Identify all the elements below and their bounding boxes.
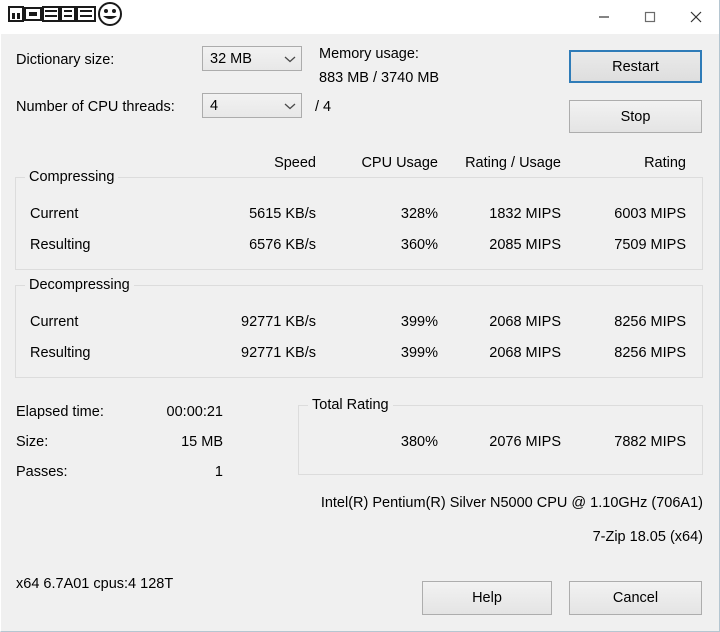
compressing-current-cpu-usage: 328% — [400, 206, 438, 222]
memory-usage-label: Memory usage: — [319, 46, 419, 62]
cpu-threads-select[interactable]: 4 — [202, 93, 302, 118]
cpu-threads-value: 4 — [210, 97, 219, 114]
elapsed-time-label: Elapsed time: — [16, 404, 104, 420]
passes-label: Passes: — [16, 464, 68, 480]
size-value: 15 MB — [181, 434, 223, 450]
cpu-name-label: Intel(R) Pentium(R) Silver N5000 CPU @ 1… — [320, 495, 703, 511]
status-text: x64 6.7A01 cpus:4 128T — [16, 576, 174, 592]
compressing-resulting-rating-usage: 2085 MIPS — [489, 237, 561, 253]
compressing-resulting-rating: 7509 MIPS — [614, 237, 686, 253]
elapsed-time-value: 00:00:21 — [166, 404, 223, 420]
benchmark-window: Dictionary size: 32 MB Memory usage: 883… — [0, 0, 720, 632]
dictionary-size-label: Dictionary size: — [16, 52, 115, 68]
chevron-down-icon — [279, 55, 301, 63]
memory-usage-value: 883 MB / 3740 MB — [319, 70, 440, 86]
restart-button[interactable]: Restart — [569, 50, 702, 83]
title-bar — [1, 0, 719, 34]
decompressing-resulting-rating: 8256 MIPS — [614, 345, 686, 361]
decompressing-resulting-label: Resulting — [30, 345, 91, 361]
total-rating-rating-usage: 2076 MIPS — [489, 434, 561, 450]
column-header-rating: Rating — [644, 155, 686, 171]
compressing-current-rating: 6003 MIPS — [614, 206, 686, 222]
size-label: Size: — [16, 434, 49, 450]
total-rating-group-title: Total Rating — [308, 397, 393, 413]
cpu-threads-label: Number of CPU threads: — [16, 99, 175, 115]
decompressing-group-title: Decompressing — [25, 277, 134, 293]
decompressing-current-rating-usage: 2068 MIPS — [489, 314, 561, 330]
decompressing-resulting-rating-usage: 2068 MIPS — [489, 345, 561, 361]
column-header-speed: Speed — [274, 155, 316, 171]
close-button[interactable] — [673, 0, 719, 34]
maximize-button[interactable] — [627, 0, 673, 34]
decompressing-group: Decompressing — [15, 277, 703, 378]
compressing-group-title: Compressing — [25, 169, 119, 185]
dictionary-size-select[interactable]: 32 MB — [202, 46, 302, 71]
passes-value: 1 — [214, 464, 223, 480]
decompressing-current-label: Current — [30, 314, 79, 330]
total-rating-rating: 7882 MIPS — [614, 434, 686, 450]
dialog-content: Dictionary size: 32 MB Memory usage: 883… — [1, 34, 719, 631]
chevron-down-icon — [279, 102, 301, 110]
decompressing-resulting-speed: 92771 KB/s — [241, 345, 316, 361]
compressing-current-rating-usage: 1832 MIPS — [489, 206, 561, 222]
compressing-resulting-speed: 6576 KB/s — [249, 237, 316, 253]
mobile01-watermark-logo — [7, 1, 125, 27]
column-header-cpu-usage: CPU Usage — [361, 155, 438, 171]
column-header-rating-usage: Rating / Usage — [465, 155, 561, 171]
compressing-resulting-label: Resulting — [30, 237, 91, 253]
decompressing-current-speed: 92771 KB/s — [241, 314, 316, 330]
compressing-resulting-cpu-usage: 360% — [400, 237, 438, 253]
cpu-threads-total-label: / 4 — [315, 99, 332, 115]
seven-zip-version-label: 7-Zip 18.05 (x64) — [592, 529, 703, 545]
compressing-group: Compressing — [15, 169, 703, 270]
dictionary-size-value: 32 MB — [210, 50, 252, 67]
total-rating-cpu-usage: 380% — [400, 434, 438, 450]
decompressing-current-cpu-usage: 399% — [400, 314, 438, 330]
cancel-button[interactable]: Cancel — [569, 581, 702, 615]
minimize-button[interactable] — [581, 0, 627, 34]
help-button[interactable]: Help — [422, 581, 552, 615]
decompressing-current-rating: 8256 MIPS — [614, 314, 686, 330]
compressing-current-speed: 5615 KB/s — [249, 206, 316, 222]
decompressing-resulting-cpu-usage: 399% — [400, 345, 438, 361]
stop-button[interactable]: Stop — [569, 100, 702, 133]
compressing-current-label: Current — [30, 206, 79, 222]
